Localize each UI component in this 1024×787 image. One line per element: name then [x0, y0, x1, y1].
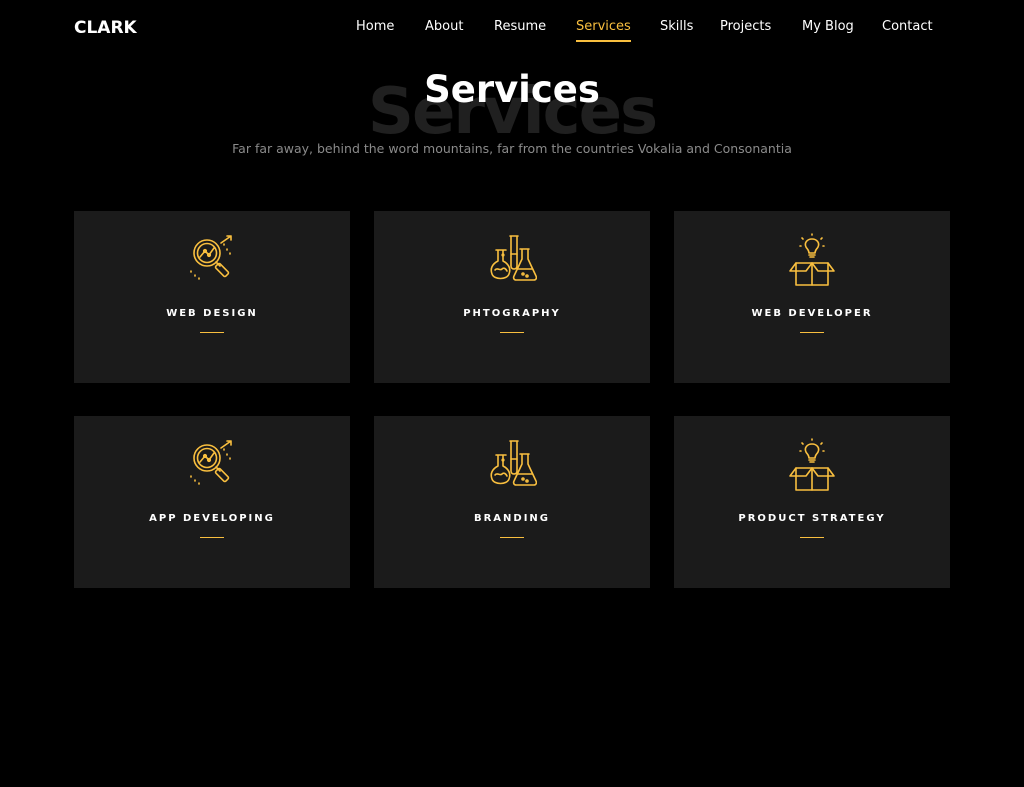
idea-box-icon — [787, 233, 837, 287]
nav-contact[interactable]: Contact — [882, 19, 933, 40]
section-subtitle: Far far away, behind the word mountains,… — [232, 141, 792, 156]
flasks-icon — [487, 233, 538, 287]
nav-home[interactable]: Home — [356, 19, 394, 40]
service-title: APP DEVELOPING — [149, 513, 275, 524]
title-underline — [200, 537, 224, 538]
brand-logo[interactable]: CLARK — [74, 18, 137, 38]
title-underline — [800, 332, 824, 333]
service-title: BRANDING — [473, 513, 551, 524]
magnifier-chart-icon — [187, 438, 237, 492]
nav-menu: Home About Resume Services Skills Projec… — [340, 19, 950, 45]
service-card-photography[interactable]: PHTOGRAPHY — [374, 211, 650, 383]
service-card-app-developing[interactable]: APP DEVELOPING — [74, 416, 350, 588]
navbar: CLARK Home About Resume Services Skills … — [0, 0, 1024, 58]
nav-resume[interactable]: Resume — [494, 19, 546, 40]
page-title: Services — [424, 68, 600, 111]
nav-my-blog[interactable]: My Blog — [802, 19, 854, 40]
service-card-web-developer[interactable]: WEB DEVELOPER — [674, 211, 950, 383]
magnifier-chart-icon — [187, 233, 237, 287]
nav-services[interactable]: Services — [576, 19, 631, 42]
service-title: PRODUCT STRATEGY — [738, 513, 886, 524]
section-heading: Services Services Far far away, behind t… — [0, 62, 1024, 172]
service-card-branding[interactable]: BRANDING — [374, 416, 650, 588]
title-underline — [500, 332, 524, 333]
title-underline — [500, 537, 524, 538]
idea-box-icon — [787, 438, 837, 492]
title-underline — [200, 332, 224, 333]
service-title: WEB DEVELOPER — [751, 308, 873, 319]
service-card-product-strategy[interactable]: PRODUCT STRATEGY — [674, 416, 950, 588]
services-grid: WEB DESIGN PHTOGRAPHY WEB DEVELOPER APP … — [74, 211, 950, 589]
title-underline — [800, 537, 824, 538]
nav-about[interactable]: About — [425, 19, 463, 40]
service-title: PHTOGRAPHY — [463, 308, 561, 319]
flasks-icon — [487, 438, 538, 492]
service-title: WEB DESIGN — [166, 308, 258, 319]
service-card-web-design[interactable]: WEB DESIGN — [74, 211, 350, 383]
nav-projects[interactable]: Projects — [720, 19, 771, 40]
nav-skills[interactable]: Skills — [660, 19, 693, 40]
